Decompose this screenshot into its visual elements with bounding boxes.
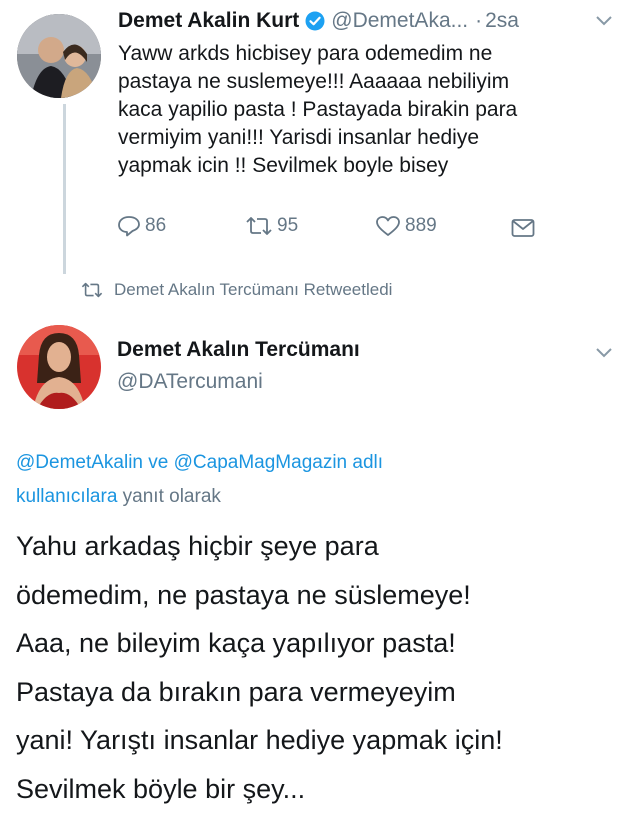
reply-context: @DemetAkalin ve @CapaMagMagazin adlı kul… bbox=[16, 446, 576, 514]
reply-count: 86 bbox=[145, 215, 167, 236]
reply-context-connector: ve bbox=[143, 452, 174, 473]
tweet-text-line: vermiyim yani!!! Yarisdi insanlar hediye bbox=[118, 126, 480, 149]
tweet-text: Yaww arkds hicbisey para odemedim ne pas… bbox=[118, 40, 517, 180]
heart-icon bbox=[375, 215, 401, 237]
tweet-text-line: kaca yapilio pasta ! Pastayada birakin p… bbox=[118, 98, 518, 121]
tweet-text-line: Pastaya da bırakın para vermeyeyim bbox=[16, 676, 456, 707]
mention-link[interactable]: @CapaMagMagazin adlı bbox=[174, 452, 383, 473]
separator-dot: · bbox=[475, 9, 483, 32]
retweet-banner[interactable]: Demet Akalın Tercümanı Retweetledi bbox=[80, 280, 392, 300]
tweet-text-line: yapmak icin !! Sevilmek boyle bisey bbox=[118, 154, 449, 177]
tweet-header: Demet Akalin Kurt @DemetAka... · 2sa bbox=[118, 6, 519, 36]
reply-icon bbox=[117, 215, 141, 237]
tweet-text-line: Yahu arkadaş hiçbir şeye para bbox=[16, 531, 379, 561]
display-name[interactable]: Demet Akalın Tercümanı bbox=[117, 338, 360, 362]
tweet-text-line: pastaya ne suslemeye!!! Aaaaaa nebiliyim bbox=[118, 70, 510, 93]
chevron-down-icon[interactable] bbox=[594, 346, 614, 360]
like-button[interactable]: 889 bbox=[375, 215, 437, 237]
tweet-text-line: Yaww arkds hicbisey para odemedim ne bbox=[118, 42, 493, 65]
avatar[interactable] bbox=[17, 14, 101, 98]
tweet-text-line: Sevilmek böyle bir şey... bbox=[16, 773, 306, 804]
reply-context-suffix: yanıt olarak bbox=[117, 486, 221, 507]
thread-line bbox=[63, 104, 66, 274]
retweet-button[interactable]: 95 bbox=[244, 215, 298, 237]
display-name[interactable]: Demet Akalin Kurt bbox=[118, 9, 299, 33]
mention-link[interactable]: @DemetAkalin bbox=[16, 452, 143, 473]
handle[interactable]: @DemetAka... bbox=[331, 9, 468, 33]
tweet-text-line: Aaa, ne bileyim kaça yapılıyor pasta! bbox=[16, 628, 456, 658]
reply-button[interactable]: 86 bbox=[117, 215, 166, 237]
retweet-banner-label: Demet Akalın Tercümanı Retweetledi bbox=[114, 280, 393, 299]
direct-message-icon[interactable] bbox=[511, 218, 535, 238]
like-count: 889 bbox=[405, 215, 437, 236]
retweet-icon bbox=[80, 281, 104, 299]
tweet-text: Yahu arkadaş hiçbir şeye para ödemedim, … bbox=[16, 522, 503, 813]
handle[interactable]: @DATercumani bbox=[117, 370, 263, 394]
replied-users-link[interactable]: kullanıcılara bbox=[16, 486, 117, 507]
avatar[interactable] bbox=[17, 325, 101, 409]
retweet-count: 95 bbox=[277, 215, 299, 236]
timestamp[interactable]: 2sa bbox=[485, 9, 519, 33]
verified-badge-icon bbox=[305, 11, 325, 31]
tweet-text-line: ödemedim, ne pastaya ne süslemeye! bbox=[16, 579, 471, 610]
chevron-down-icon[interactable] bbox=[594, 14, 614, 28]
retweet-icon bbox=[244, 215, 274, 237]
tweet-text-line: yani! Yarıştı insanlar hediye yapmak içi… bbox=[16, 725, 503, 755]
